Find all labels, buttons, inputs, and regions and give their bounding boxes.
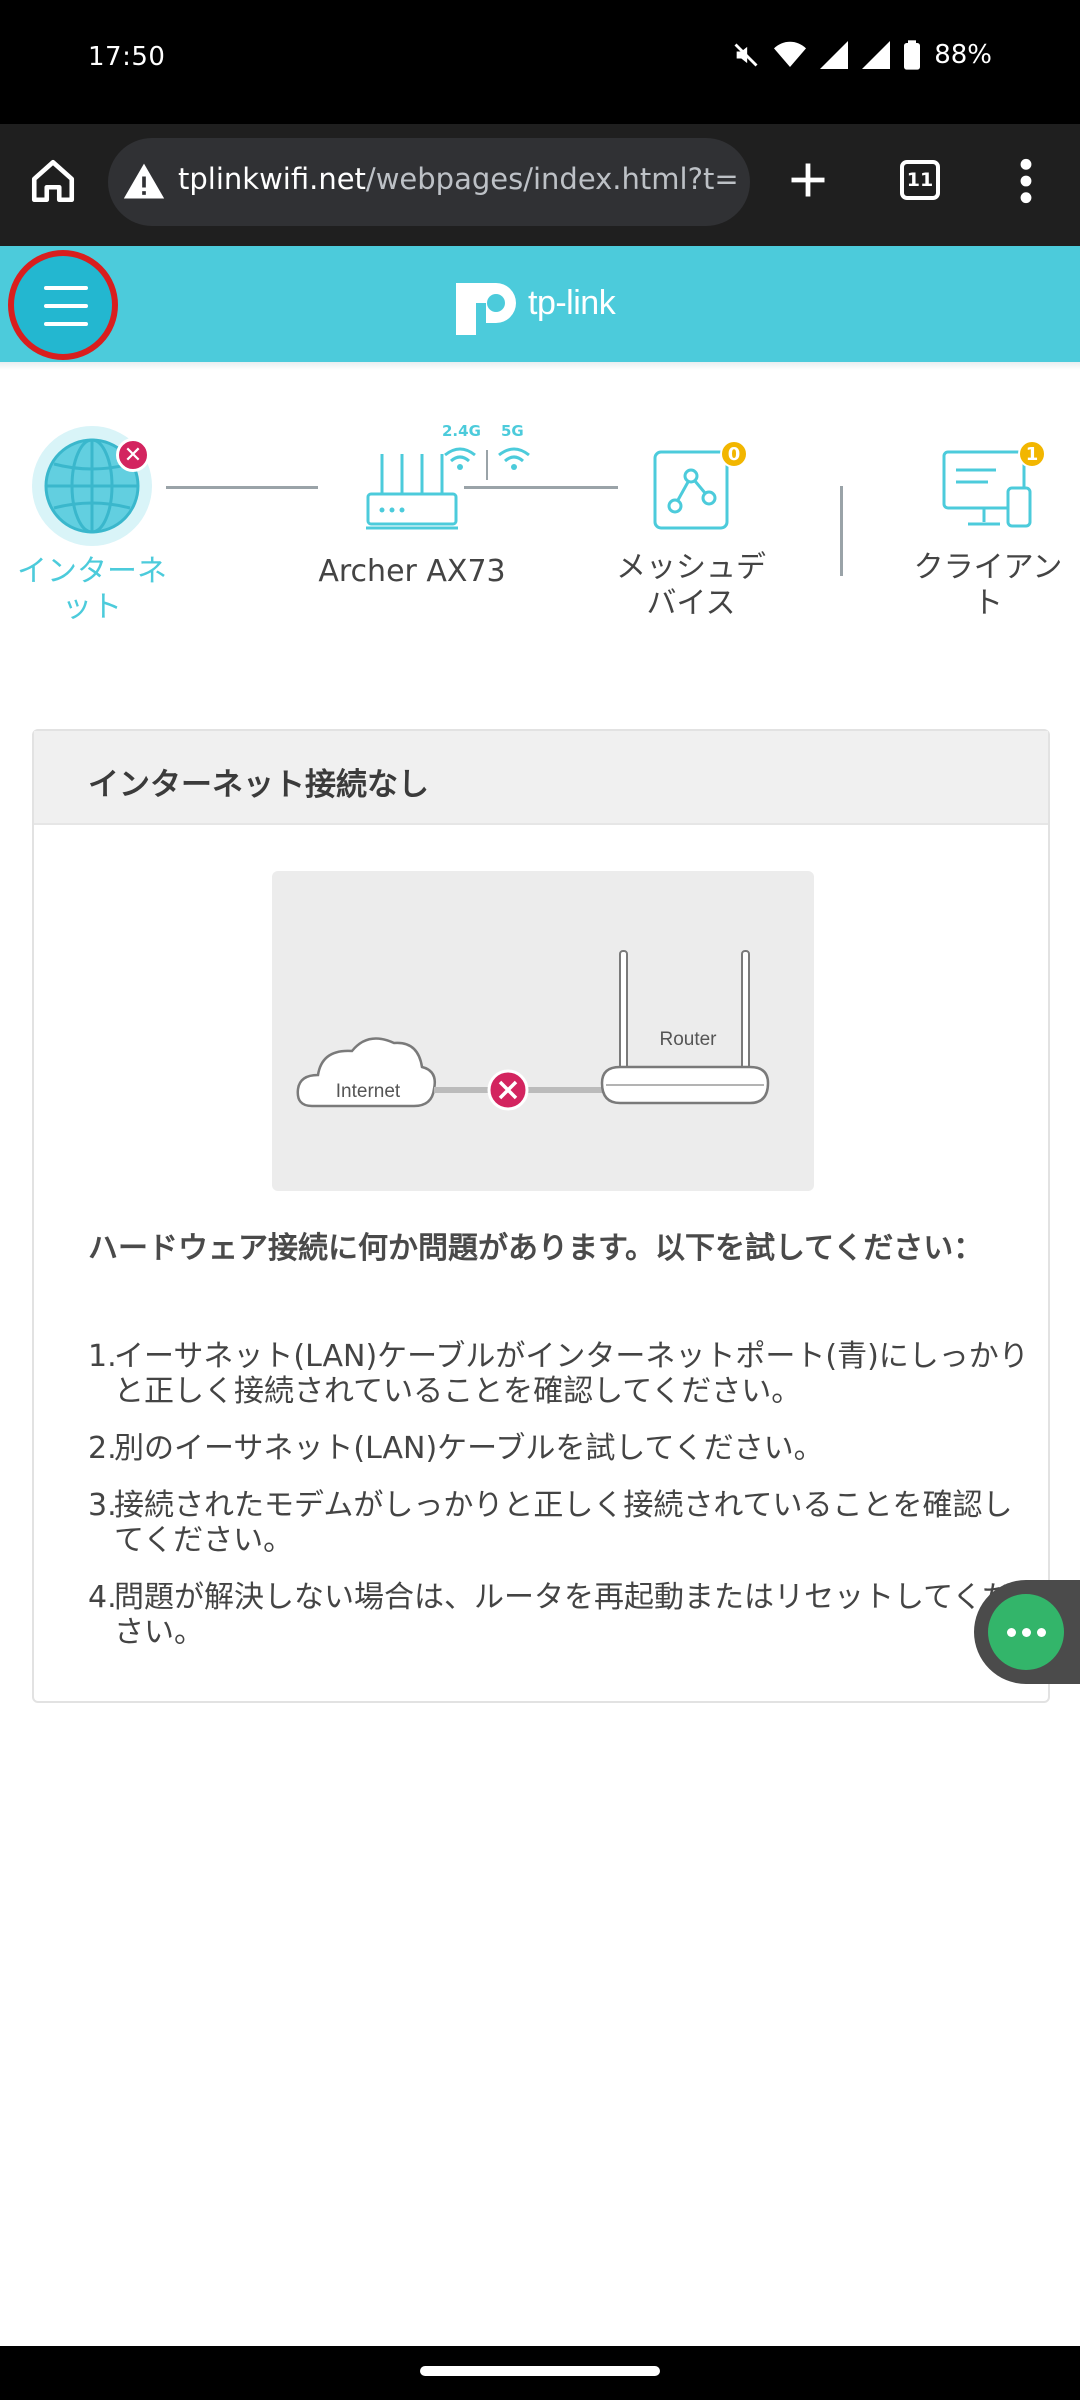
troubleshooting-steps: 1. イーサネット(LAN)ケーブルがインターネットポート(青)にしっかりと正し… (88, 1339, 1038, 1672)
status-bar: 17:50 88% (0, 0, 1080, 124)
browser-toolbar: tplinkwifi.net/webpages/index.html?t=9a … (0, 124, 1080, 246)
connection-line (166, 486, 318, 489)
step-item: 2. 別のイーサネット(LAN)ケーブルを試してください。 (88, 1431, 1038, 1466)
wifi-5-icon (498, 447, 530, 470)
app-header: tp-link (0, 246, 1080, 362)
step-text: 接続されたモデムがしっかりと正しく接続されていることを確認してください。 (114, 1488, 1013, 1558)
home-icon[interactable] (28, 156, 78, 206)
battery-icon (904, 40, 921, 70)
client-count-badge: 1 (1018, 440, 1046, 468)
client-label-line1: クライアン (913, 550, 1063, 585)
mesh-label-line1: メッシュデ (616, 550, 766, 585)
card-header: インターネット接続なし (34, 731, 1048, 825)
url-path: /webpages/index.html?t=9a (365, 162, 738, 196)
logo-text: tp-link (528, 283, 616, 322)
url-text[interactable]: tplinkwifi.net/webpages/index.html?t=9a (178, 162, 738, 196)
mesh-icon (653, 450, 729, 530)
client-label-line2: ト (973, 586, 1003, 621)
url-host: tplinkwifi.net (178, 162, 366, 196)
mesh-label-line2: バイス (646, 586, 736, 621)
header-divider (0, 362, 1080, 370)
chat-dots-icon (1006, 1627, 1016, 1637)
step-text: 問題が解決しない場合は、ルータを再起動またはリセットしてください。 (114, 1580, 1013, 1650)
step-item: 3. 接続されたモデムがしっかりと正しく接続されていることを確認してください。 (88, 1488, 1038, 1558)
new-tab-icon[interactable] (786, 158, 830, 202)
battery-percent: 88% (934, 40, 992, 70)
step-number: 1. (88, 1339, 117, 1374)
illustration-internet-text: Internet (336, 1081, 401, 1102)
chat-dock (974, 1580, 1080, 1684)
card-title: インターネット接続なし (88, 767, 429, 803)
internet-node[interactable]: ✕ インターネ ット (0, 424, 184, 626)
no-internet-card: インターネット接続なし Internet Router ハードウェア接続に何か問… (32, 729, 1050, 1703)
router-antenna-right (741, 950, 750, 1072)
wifi-icon (774, 41, 807, 69)
vertical-divider (840, 486, 843, 576)
step-text: イーサネット(LAN)ケーブルがインターネットポート(青)にしっかりと正しく接続… (114, 1339, 1029, 1409)
internet-label-line2: ット (62, 590, 122, 625)
status-icons: 88% (732, 40, 992, 70)
wifi-24-icon (444, 447, 476, 470)
connection-diagram: Internet Router (296, 950, 770, 1111)
router-antenna-left (619, 950, 628, 1072)
signal-icon (862, 41, 891, 69)
logo-mark-icon (456, 283, 516, 335)
band-divider (486, 450, 488, 480)
band-24-label: 2.4G (442, 422, 481, 440)
mesh-devices-node[interactable]: 0 メッシュデ バイス (596, 440, 786, 622)
home-gesture-handle[interactable] (420, 2366, 660, 2376)
address-bar[interactable]: tplinkwifi.net/webpages/index.html?t=9a (108, 138, 750, 226)
step-number: 2. (88, 1431, 117, 1466)
connection-illustration: Internet Router (272, 871, 814, 1191)
connection-line (464, 486, 618, 489)
system-nav-bar (0, 2346, 1080, 2400)
internet-label-line1: インターネ (17, 554, 167, 589)
step-item: 4. 問題が解決しない場合は、ルータを再起動またはリセットしてください。 (88, 1580, 1038, 1650)
step-text: 別のイーサネット(LAN)ケーブルを試してください。 (114, 1431, 824, 1466)
more-options-icon[interactable] (1016, 156, 1036, 206)
step-item: 1. イーサネット(LAN)ケーブルがインターネットポート(青)にしっかりと正し… (88, 1339, 1038, 1409)
router-label: Archer AX73 (318, 554, 506, 589)
router-node[interactable]: Archer AX73 (312, 448, 512, 590)
tab-switcher-button[interactable]: 11 (900, 160, 940, 200)
status-time: 17:50 (88, 42, 166, 72)
step-number: 3. (88, 1488, 117, 1523)
warning-icon[interactable] (122, 160, 166, 204)
signal-icon (820, 41, 849, 69)
clients-node[interactable]: 1 クライアン ト (896, 440, 1080, 622)
problem-message: ハードウェア接続に何か問題があります。以下を試してください： (88, 1231, 984, 1266)
hamburger-menu-button[interactable] (8, 250, 118, 360)
illustration-router-text: Router (659, 1029, 717, 1050)
tp-link-logo: tp-link (452, 268, 616, 338)
band-5-label: 5G (501, 422, 524, 440)
mesh-count-badge: 0 (720, 440, 748, 468)
error-badge-icon: ✕ (116, 438, 150, 472)
mute-icon (732, 41, 760, 69)
chat-button[interactable] (988, 1594, 1064, 1670)
step-number: 4. (88, 1580, 117, 1615)
